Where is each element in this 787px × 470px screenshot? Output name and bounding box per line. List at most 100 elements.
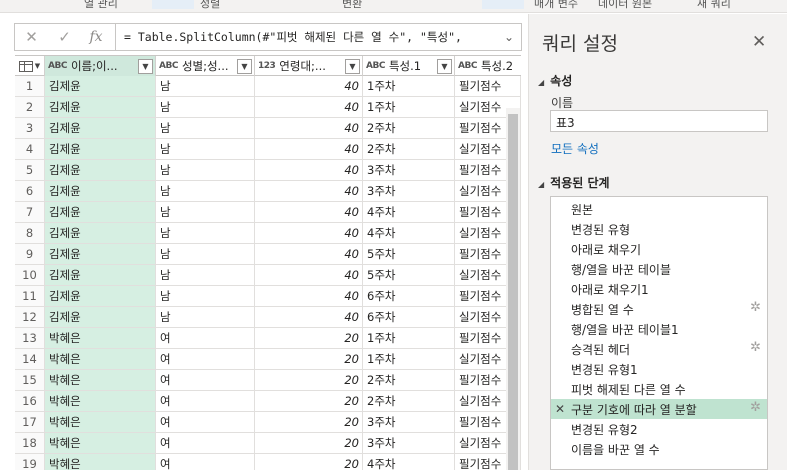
week-cell[interactable]: 1주차	[363, 76, 455, 97]
table-row[interactable]: 4 김제윤 남 40 2주차 실기점수	[15, 139, 521, 160]
gender-cell[interactable]: 남	[156, 223, 255, 244]
applied-step[interactable]: 변경된 유형1	[551, 359, 767, 379]
text-type-icon[interactable]: ABC	[458, 61, 477, 71]
filter-dropdown-button[interactable]: ▼	[138, 58, 153, 74]
applied-step[interactable]: 행/열을 바꾼 테이블	[551, 259, 767, 279]
name-cell[interactable]: 김제윤	[45, 76, 156, 97]
age-cell[interactable]: 40	[255, 307, 363, 328]
gender-cell[interactable]: 남	[156, 76, 255, 97]
ribbon-item-manage-columns[interactable]: 열 관리	[84, 0, 118, 11]
name-cell[interactable]: 김제윤	[45, 139, 156, 160]
name-cell[interactable]: 박혜은	[45, 328, 156, 349]
age-cell[interactable]: 40	[255, 202, 363, 223]
name-cell[interactable]: 김제윤	[45, 244, 156, 265]
step-settings-gear-icon[interactable]: ✲	[750, 300, 761, 315]
confirm-formula-button[interactable]: ✓	[48, 24, 81, 50]
gender-cell[interactable]: 남	[156, 139, 255, 160]
week-cell[interactable]: 5주차	[363, 244, 455, 265]
row-number[interactable]: 18	[15, 433, 45, 454]
row-number[interactable]: 15	[15, 370, 45, 391]
table-row[interactable]: 9 김제윤 남 40 5주차 필기점수	[15, 244, 521, 265]
name-cell[interactable]: 김제윤	[45, 118, 156, 139]
table-row[interactable]: 7 김제윤 남 40 4주차 필기점수	[15, 202, 521, 223]
week-cell[interactable]: 1주차	[363, 328, 455, 349]
week-cell[interactable]: 6주차	[363, 307, 455, 328]
gender-cell[interactable]: 남	[156, 265, 255, 286]
age-cell[interactable]: 20	[255, 454, 363, 470]
row-number[interactable]: 6	[15, 181, 45, 202]
name-cell[interactable]: 김제윤	[45, 97, 156, 118]
step-settings-gear-icon[interactable]: ✲	[750, 340, 761, 355]
age-cell[interactable]: 20	[255, 433, 363, 454]
table-row[interactable]: 13 박혜은 여 20 1주차 필기점수	[15, 328, 521, 349]
row-number[interactable]: 1	[15, 76, 45, 97]
row-number[interactable]: 13	[15, 328, 45, 349]
score-cell[interactable]: 필기점수	[455, 76, 521, 97]
ribbon-item-sort[interactable]: 정렬	[200, 0, 220, 11]
table-row[interactable]: 16 박혜은 여 20 2주차 실기점수	[15, 391, 521, 412]
week-cell[interactable]: 1주차	[363, 97, 455, 118]
gender-cell[interactable]: 여	[156, 370, 255, 391]
text-type-icon[interactable]: ABC	[366, 61, 385, 71]
week-cell[interactable]: 3주차	[363, 160, 455, 181]
row-number[interactable]: 8	[15, 223, 45, 244]
name-cell[interactable]: 김제윤	[45, 307, 156, 328]
age-cell[interactable]: 40	[255, 244, 363, 265]
gender-cell[interactable]: 여	[156, 433, 255, 454]
row-number[interactable]: 11	[15, 286, 45, 307]
age-cell[interactable]: 40	[255, 286, 363, 307]
age-cell[interactable]: 20	[255, 349, 363, 370]
age-cell[interactable]: 40	[255, 118, 363, 139]
table-row[interactable]: 2 김제윤 남 40 1주차 실기점수	[15, 97, 521, 118]
week-cell[interactable]: 2주차	[363, 118, 455, 139]
age-cell[interactable]: 40	[255, 97, 363, 118]
row-number[interactable]: 17	[15, 412, 45, 433]
text-type-icon[interactable]: ABC	[48, 61, 67, 71]
name-cell[interactable]: 김제윤	[45, 286, 156, 307]
table-row[interactable]: 14 박혜은 여 20 1주차 실기점수	[15, 349, 521, 370]
week-cell[interactable]: 4주차	[363, 202, 455, 223]
week-cell[interactable]: 1주차	[363, 349, 455, 370]
table-row[interactable]: 3 김제윤 남 40 2주차 필기점수	[15, 118, 521, 139]
gender-cell[interactable]: 남	[156, 286, 255, 307]
age-cell[interactable]: 20	[255, 370, 363, 391]
name-cell[interactable]: 박혜은	[45, 391, 156, 412]
applied-step[interactable]: 피벗 해제된 다른 열 수	[551, 379, 767, 399]
name-cell[interactable]: 박혜은	[45, 433, 156, 454]
week-cell[interactable]: 4주차	[363, 454, 455, 470]
applied-step[interactable]: ✕ 구분 기호에 따라 열 분할 ✲	[551, 399, 767, 419]
ribbon-item-transform[interactable]: 변환	[342, 0, 362, 11]
gender-cell[interactable]: 남	[156, 160, 255, 181]
age-cell[interactable]: 40	[255, 223, 363, 244]
row-number[interactable]: 9	[15, 244, 45, 265]
week-cell[interactable]: 6주차	[363, 286, 455, 307]
table-row[interactable]: 18 박혜은 여 20 3주차 실기점수	[15, 433, 521, 454]
gender-cell[interactable]: 남	[156, 307, 255, 328]
name-cell[interactable]: 김제윤	[45, 181, 156, 202]
applied-step[interactable]: 승격된 헤더 ✲	[551, 339, 767, 359]
column-header-trait-2[interactable]: ABC 특성.2	[455, 56, 521, 76]
row-number[interactable]: 2	[15, 97, 45, 118]
age-cell[interactable]: 20	[255, 391, 363, 412]
name-cell[interactable]: 박혜은	[45, 370, 156, 391]
gender-cell[interactable]: 남	[156, 244, 255, 265]
table-row[interactable]: 11 김제윤 남 40 6주차 필기점수	[15, 286, 521, 307]
week-cell[interactable]: 3주차	[363, 412, 455, 433]
ribbon-item-new-query[interactable]: 새 쿼리	[697, 0, 731, 11]
row-number[interactable]: 3	[15, 118, 45, 139]
table-menu-button[interactable]: ▼	[15, 56, 45, 76]
filter-dropdown-button[interactable]: ▼	[437, 58, 452, 74]
properties-section-header[interactable]: ◢ 속성	[538, 72, 572, 89]
name-cell[interactable]: 김제윤	[45, 265, 156, 286]
table-row[interactable]: 19 박혜은 여 20 4주차 필기점수	[15, 454, 521, 470]
table-row[interactable]: 17 박혜은 여 20 3주차 필기점수	[15, 412, 521, 433]
table-row[interactable]: 10 김제윤 남 40 5주차 실기점수	[15, 265, 521, 286]
row-number[interactable]: 12	[15, 307, 45, 328]
week-cell[interactable]: 5주차	[363, 265, 455, 286]
column-header-age[interactable]: 123 연령대;... ▼	[255, 56, 363, 76]
column-header-gender[interactable]: ABC 성별;성... ▼	[156, 56, 255, 76]
name-cell[interactable]: 김제윤	[45, 223, 156, 244]
gender-cell[interactable]: 여	[156, 391, 255, 412]
row-number[interactable]: 19	[15, 454, 45, 470]
age-cell[interactable]: 40	[255, 76, 363, 97]
